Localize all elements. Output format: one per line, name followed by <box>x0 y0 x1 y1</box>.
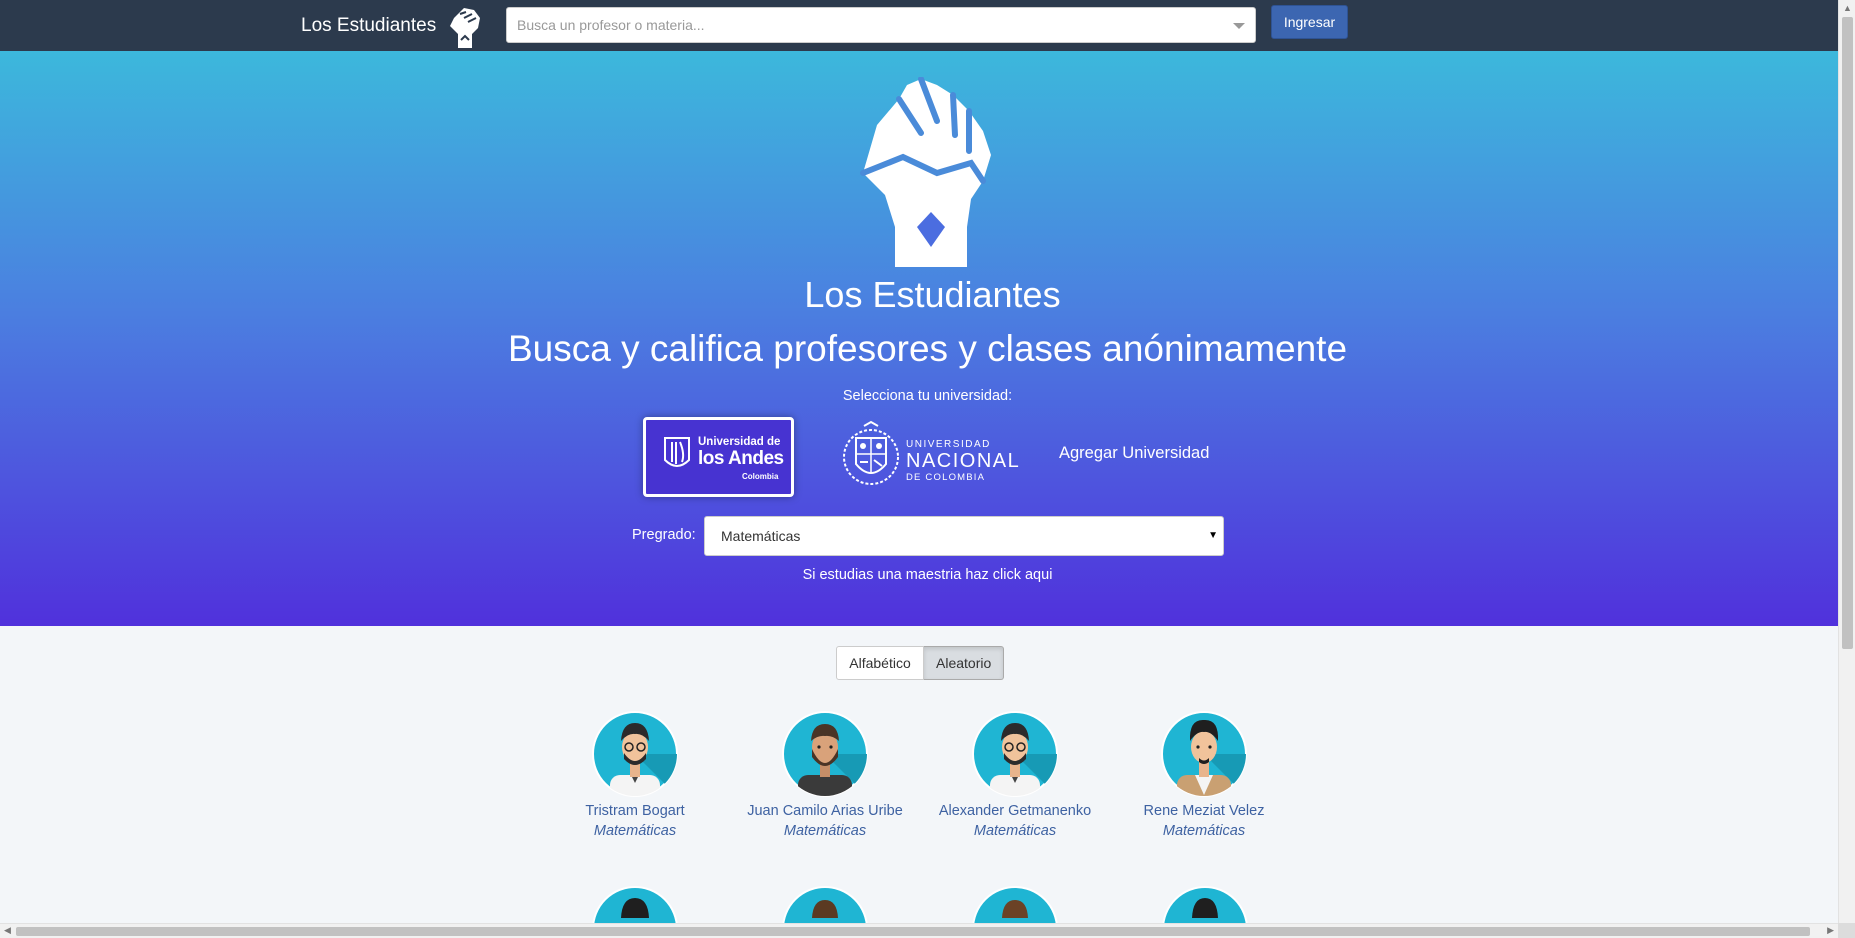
professor-name[interactable]: Alexander Getmanenko <box>920 803 1110 819</box>
sort-alphabetic-button[interactable]: Alfabético <box>836 646 924 680</box>
chevron-down-icon[interactable] <box>1233 23 1245 29</box>
brand-link[interactable]: Los Estudiantes <box>301 4 482 48</box>
professor-department: Matemáticas <box>783 823 867 839</box>
university-nacional-button[interactable]: UNIVERSIDAD NACIONAL DE COLOMBIA <box>842 420 1019 494</box>
sort-random-button[interactable]: Aleatorio <box>924 646 1004 680</box>
nacional-line3: DE COLOMBIA <box>906 472 986 483</box>
andes-line2: los Andes <box>698 448 784 469</box>
login-button[interactable]: Ingresar <box>1271 5 1348 39</box>
pregrado-value: Matemáticas <box>721 528 801 544</box>
hero-title: Los Estudiantes <box>804 274 1061 315</box>
scrollbar-corner <box>1838 923 1855 938</box>
andes-line1: Universidad de <box>698 436 781 448</box>
select-arrow-icon: ▼ <box>1208 530 1218 541</box>
hero-subtitle: Busca y califica profesores y clases anó… <box>507 328 1348 369</box>
hero-section: Los Estudiantes Busca y califica profeso… <box>0 51 1838 626</box>
professor-name[interactable]: Juan Camilo Arias Uribe <box>730 803 920 819</box>
professor-card[interactable]: Rene Meziat Velez Matemáticas <box>1109 711 1299 839</box>
professor-name[interactable]: Tristram Bogart <box>540 803 730 819</box>
andes-line3: Colombia <box>742 472 779 481</box>
horizontal-scrollbar[interactable]: ◀ ▶ <box>0 923 1838 938</box>
professor-card[interactable]: Juan Camilo Arias Uribe Matemáticas <box>730 711 920 839</box>
sort-toggle-group: Alfabético Aleatorio <box>836 646 1004 680</box>
university-andes-button[interactable]: Universidad de los Andes Colombia <box>643 417 794 497</box>
vertical-scroll-thumb[interactable] <box>1842 17 1853 649</box>
brand-name: Los Estudiantes <box>301 15 437 36</box>
nacional-shield-icon <box>843 420 899 485</box>
nacional-line2: NACIONAL <box>906 450 1021 472</box>
professor-name[interactable]: Rene Meziat Velez <box>1109 803 1299 819</box>
scroll-left-icon[interactable]: ◀ <box>4 925 11 936</box>
horizontal-scroll-thumb[interactable] <box>16 927 1810 936</box>
raised-fist-icon <box>860 77 991 267</box>
pregrado-label: Pregrado: <box>632 527 696 543</box>
search-input[interactable] <box>507 8 1255 42</box>
professor-avatar-icon <box>972 711 1058 797</box>
andes-crest-icon <box>664 437 690 467</box>
professor-avatar-icon <box>782 711 868 797</box>
pregrado-select[interactable]: Matemáticas ▼ <box>704 516 1224 556</box>
professor-avatar-icon <box>1161 711 1247 797</box>
professor-department: Matemáticas <box>1162 823 1246 839</box>
fist-logo-icon <box>450 8 481 48</box>
add-university-link[interactable]: Agregar Universidad <box>1059 444 1209 463</box>
professor-card[interactable]: Alexander Getmanenko Matemáticas <box>920 711 1110 839</box>
nacional-line1: UNIVERSIDAD <box>906 439 991 450</box>
scroll-right-icon[interactable]: ▶ <box>1827 925 1834 936</box>
professor-department: Matemáticas <box>973 823 1057 839</box>
scroll-up-icon[interactable]: ▲ <box>1843 3 1852 13</box>
professor-department: Matemáticas <box>593 823 677 839</box>
maestria-link[interactable]: Si estudias una maestria haz click aqui <box>0 567 1855 583</box>
professor-card[interactable]: Tristram Bogart Matemáticas <box>540 711 730 839</box>
search-box[interactable] <box>506 7 1256 43</box>
professor-avatar-icon <box>592 711 678 797</box>
select-university-label: Selecciona tu universidad: <box>842 388 1013 404</box>
vertical-scrollbar[interactable]: ▲ ▼ <box>1838 0 1855 938</box>
navbar: Los Estudiantes Ingresar <box>0 0 1838 51</box>
